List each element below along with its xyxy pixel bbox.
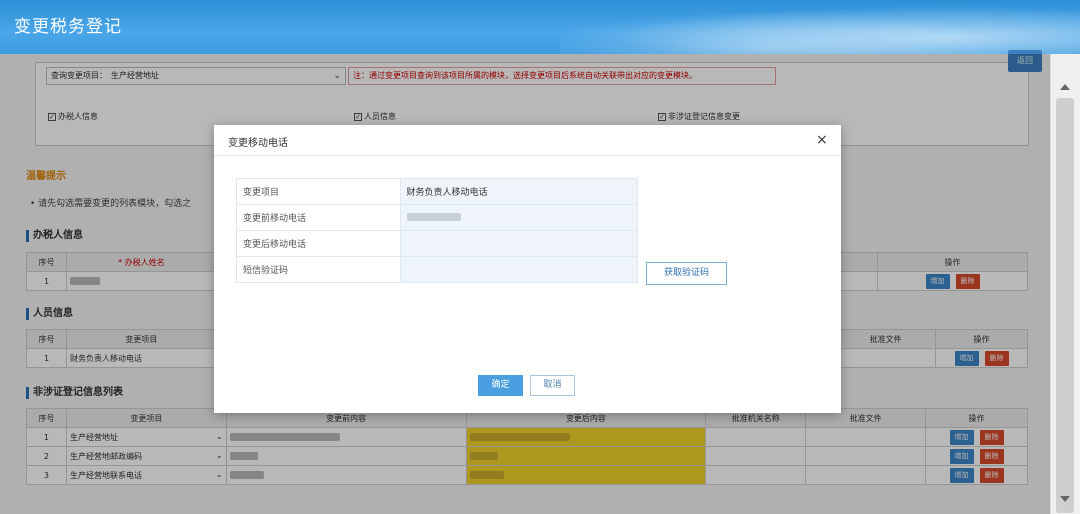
dialog-title: 变更移动电话 — [228, 138, 288, 149]
confirm-button[interactable]: 确定 — [478, 375, 523, 396]
header-decoration — [560, 0, 1080, 54]
dialog-header: 变更移动电话 × — [214, 125, 841, 156]
scroll-up-icon[interactable] — [1060, 84, 1070, 90]
redacted-value — [406, 213, 461, 221]
close-icon[interactable]: × — [816, 132, 828, 148]
vertical-scrollbar[interactable] — [1050, 54, 1080, 514]
form-label: 变更后移动电话 — [236, 230, 401, 257]
dialog-form: 变更项目 财务负责人移动电话 变更前移动电话 变更后移动电话 短信验证码 — [236, 178, 639, 283]
form-label: 变更前移动电话 — [236, 204, 401, 231]
change-phone-dialog: 变更移动电话 × 变更项目 财务负责人移动电话 变更前移动电话 变更后移动电话 … — [214, 125, 841, 413]
scroll-thumb[interactable] — [1056, 98, 1074, 513]
scroll-down-icon[interactable] — [1060, 496, 1070, 502]
form-label: 变更项目 — [236, 178, 401, 205]
get-code-button[interactable]: 获取验证码 — [646, 262, 727, 285]
new-phone-input[interactable] — [399, 230, 639, 257]
form-row: 变更项目 财务负责人移动电话 — [236, 178, 639, 205]
form-row: 变更后移动电话 — [236, 230, 639, 257]
old-phone-value — [399, 204, 639, 231]
change-item-value: 财务负责人移动电话 — [399, 178, 639, 205]
form-label: 短信验证码 — [236, 256, 401, 283]
app-header: 变更税务登记 — [0, 0, 1080, 54]
sms-code-input[interactable] — [399, 256, 639, 283]
form-row: 变更前移动电话 — [236, 204, 639, 231]
cancel-button[interactable]: 取消 — [530, 375, 575, 396]
window-title: 变更税务登记 — [14, 17, 122, 37]
form-row: 短信验证码 — [236, 256, 639, 283]
